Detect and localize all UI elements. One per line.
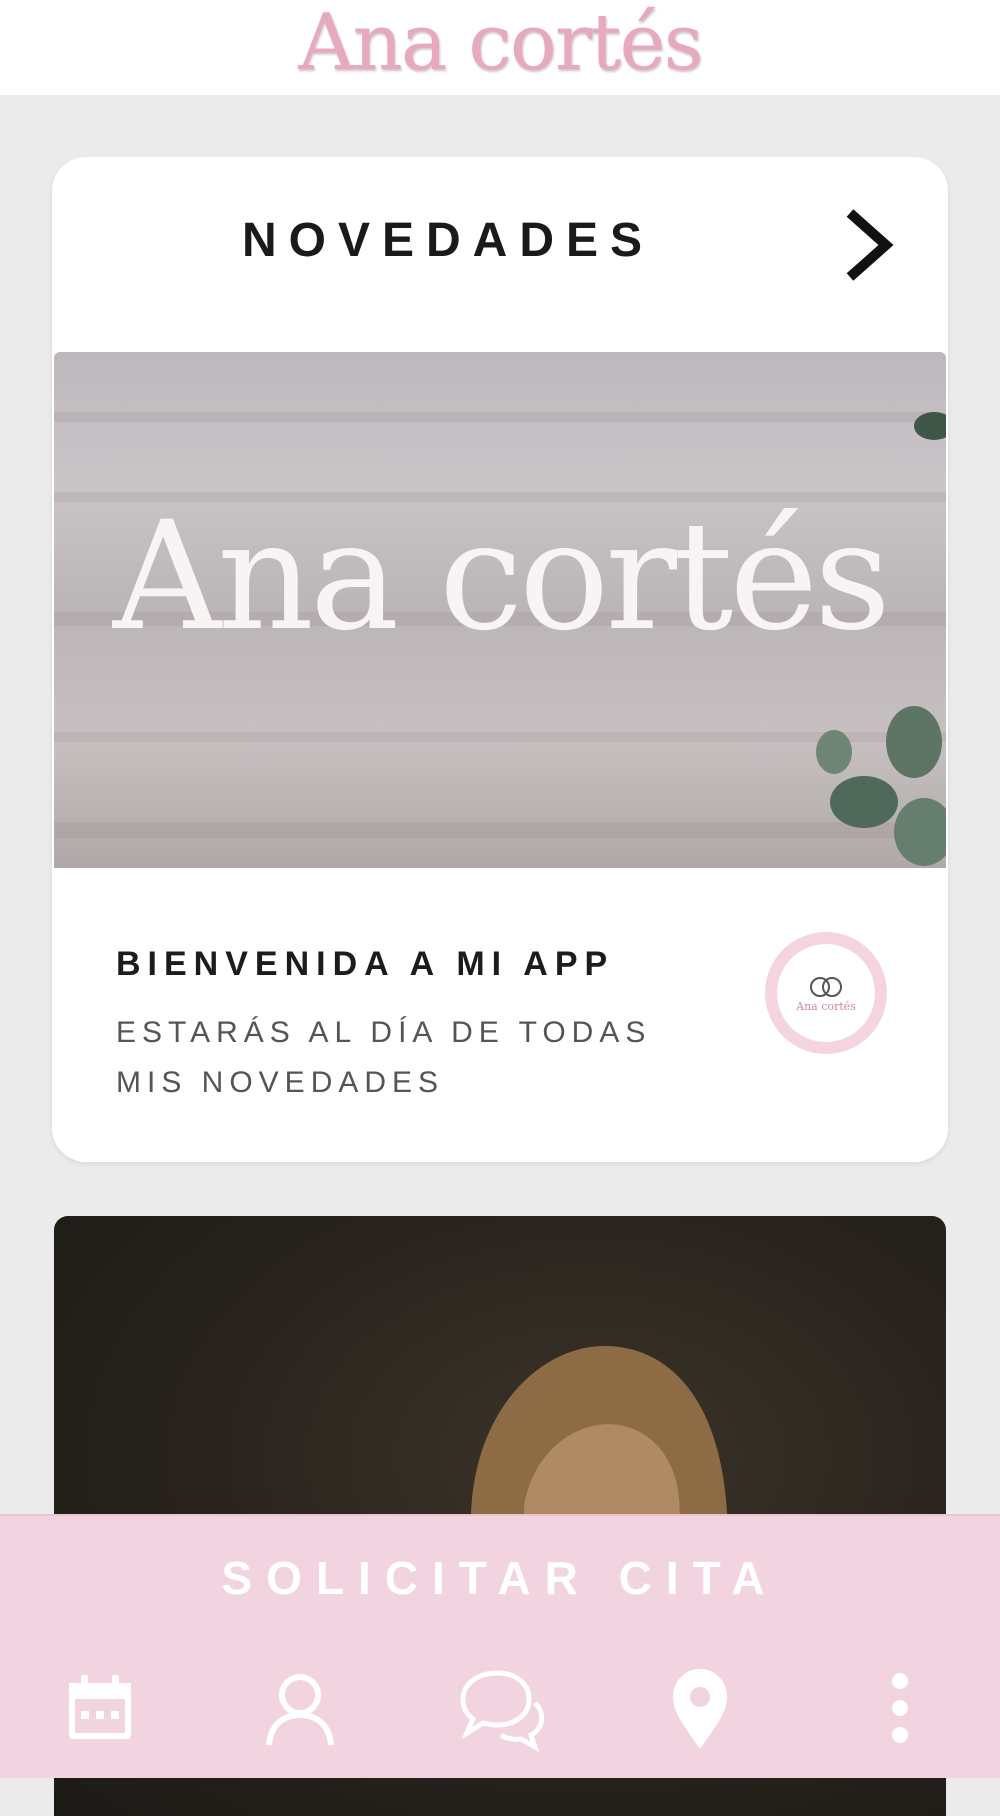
news-section-title[interactable]: NOVEDADES — [0, 213, 896, 268]
user-icon — [266, 1674, 334, 1746]
post-description: ESTARÁS AL DÍA DE TODAS MIS NOVEDADES — [116, 1008, 736, 1108]
brand-icon — [810, 976, 842, 997]
nav-more[interactable] — [800, 1638, 1000, 1778]
app-header: Ana cortés — [0, 0, 1000, 95]
post-description-line2: MIS NOVEDADES — [116, 1066, 445, 1099]
news-post-text[interactable]: BIENVENIDA A MI APP ESTARÁS AL DÍA DE TO… — [116, 945, 736, 1108]
post-description-line1: ESTARÁS AL DÍA DE TODAS — [116, 1016, 652, 1049]
chat-icon — [460, 1670, 545, 1753]
chevron-right-icon[interactable] — [838, 205, 898, 285]
news-hero-image[interactable]: Ana cortés — [54, 352, 946, 868]
request-appointment-button[interactable]: SOLICITAR CITA — [0, 1514, 1000, 1642]
request-appointment-label: SOLICITAR CITA — [221, 1552, 779, 1604]
more-vertical-icon — [892, 1673, 908, 1743]
hero-logo: Ana cortés — [112, 490, 891, 664]
brand-logo: Ana cortés — [298, 0, 703, 88]
post-avatar: Ana cortés — [765, 932, 887, 1054]
nav-calendar[interactable] — [0, 1638, 200, 1778]
avatar-text: Ana cortés — [796, 999, 856, 1013]
post-title: BIENVENIDA A MI APP — [116, 945, 615, 983]
nav-location[interactable] — [600, 1638, 800, 1778]
avatar-logo: Ana cortés — [777, 944, 875, 1042]
map-pin-icon — [673, 1669, 727, 1749]
nav-chat[interactable] — [400, 1638, 600, 1778]
calendar-icon — [69, 1675, 131, 1739]
leaf-image — [914, 412, 946, 440]
eucalyptus-leaves-image — [816, 706, 946, 866]
nav-profile[interactable] — [200, 1638, 400, 1778]
bottom-navigation — [0, 1638, 1000, 1778]
